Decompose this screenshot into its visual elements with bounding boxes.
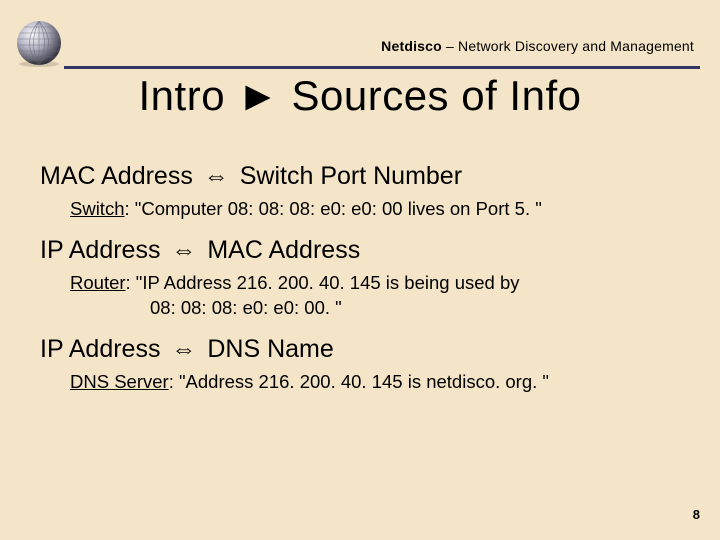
detail-2-quote-a: : "IP Address 216. 200. 40. 145 is being…: [126, 272, 520, 293]
double-arrow-icon: ⇔: [167, 335, 200, 364]
heading-2: IP Address ⇔ MAC Address: [40, 236, 690, 265]
heading-2-left: IP Address: [40, 236, 160, 264]
brand-rest: – Network Discovery and Management: [442, 38, 694, 54]
detail-3-quote: : "Address 216. 200. 40. 145 is netdisco…: [169, 371, 549, 392]
slide: Netdisco – Network Discovery and Managem…: [0, 0, 720, 540]
slide-title: Intro ► Sources of Info: [0, 72, 720, 120]
double-arrow-icon: ⇔: [167, 236, 200, 265]
body: MAC Address ⇔ Switch Port Number Switch:…: [40, 150, 690, 409]
tagline: Netdisco – Network Discovery and Managem…: [381, 38, 694, 54]
header-rule: [64, 66, 700, 69]
detail-2-label: Router: [70, 272, 126, 293]
heading-2-right: MAC Address: [207, 236, 360, 264]
brand-name: Netdisco: [381, 38, 442, 54]
heading-1-right: Switch Port Number: [240, 162, 462, 190]
detail-3-label: DNS Server: [70, 371, 169, 392]
discoball-icon: [14, 18, 64, 68]
title-rest: Sources of Info: [279, 72, 581, 119]
detail-2-quote-b: 08: 08: 08: e0: e0: 00. ": [150, 296, 690, 321]
detail-1: Switch: "Computer 08: 08: 08: e0: e0: 00…: [70, 197, 690, 222]
heading-3: IP Address ⇔ DNS Name: [40, 335, 690, 364]
double-arrow-icon: ⇔: [200, 162, 233, 191]
heading-3-left: IP Address: [40, 335, 160, 363]
detail-1-label: Switch: [70, 198, 125, 219]
title-arrow-icon: ►: [237, 72, 279, 119]
title-prefix: Intro: [139, 72, 238, 119]
detail-2: Router: "IP Address 216. 200. 40. 145 is…: [70, 271, 690, 321]
detail-3: DNS Server: "Address 216. 200. 40. 145 i…: [70, 370, 690, 395]
header: Netdisco – Network Discovery and Managem…: [0, 10, 720, 70]
detail-1-quote: : "Computer 08: 08: 08: e0: e0: 00 lives…: [125, 198, 542, 219]
heading-1-left: MAC Address: [40, 162, 193, 190]
heading-3-right: DNS Name: [207, 335, 333, 363]
page-number: 8: [693, 507, 700, 522]
heading-1: MAC Address ⇔ Switch Port Number: [40, 162, 690, 191]
